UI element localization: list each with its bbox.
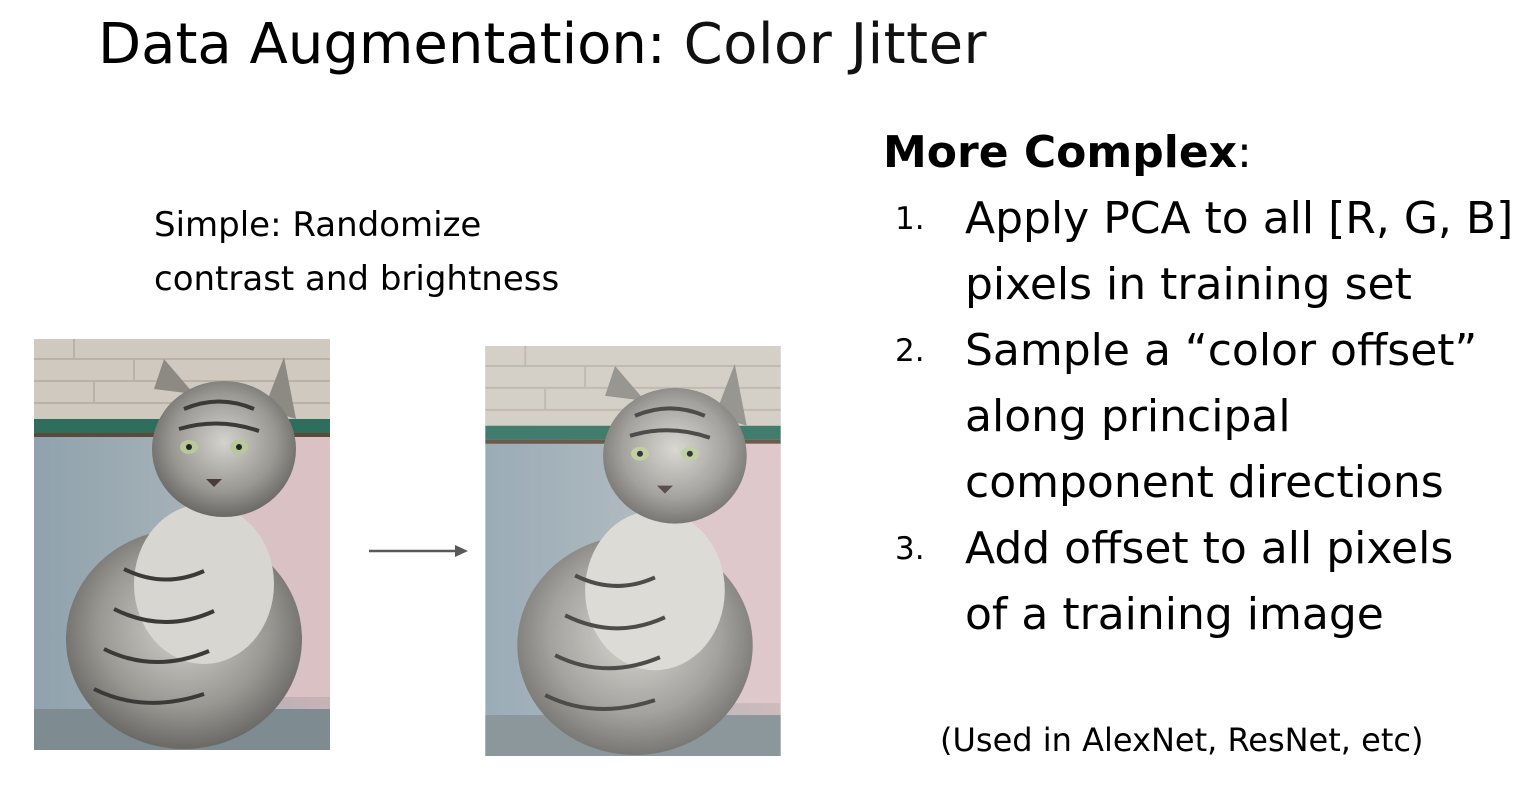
simple-caption-line-1: Simple: Randomize	[154, 205, 482, 245]
slide-title: Data Augmentation: Color Jitter	[98, 10, 987, 80]
step-line: along principal	[965, 391, 1291, 442]
step-2: 2. Sample a “color offset” along princip…	[895, 318, 1513, 516]
step-1: 1. Apply PCA to all [R, G, B] pixels in …	[895, 186, 1513, 318]
step-3: 3. Add offset to all pixels of a trainin…	[895, 516, 1513, 648]
arrow-icon	[369, 545, 468, 557]
step-line: pixels in training set	[965, 259, 1412, 310]
step-line: Sample a “color offset”	[965, 325, 1478, 376]
step-line: Add offset to all pixels	[965, 523, 1454, 574]
original-cat-photo	[34, 339, 330, 750]
step-number: 2.	[895, 333, 925, 369]
step-line: Apply PCA to all [R, G, B]	[965, 193, 1514, 244]
step-line: of a training image	[965, 589, 1384, 640]
steps-list: 1. Apply PCA to all [R, G, B] pixels in …	[895, 186, 1513, 648]
complex-heading: More Complex:	[883, 124, 1252, 182]
title-main: Data Augmentation	[98, 12, 647, 77]
title-sub: Color Jitter	[683, 12, 988, 77]
jittered-cat-photo	[485, 346, 781, 756]
step-line: component directions	[965, 457, 1444, 508]
complex-heading-text: More Complex	[883, 127, 1238, 178]
usage-note: (Used in AlexNet, ResNet, etc)	[940, 721, 1424, 759]
simple-caption-line-2: contrast and brightness	[154, 259, 560, 299]
complex-heading-colon: :	[1237, 127, 1252, 178]
simple-caption: Simple: Randomize contrast and brightnes…	[154, 198, 559, 306]
title-colon: :	[646, 12, 666, 77]
step-number: 1.	[895, 201, 925, 237]
step-number: 3.	[895, 531, 925, 567]
